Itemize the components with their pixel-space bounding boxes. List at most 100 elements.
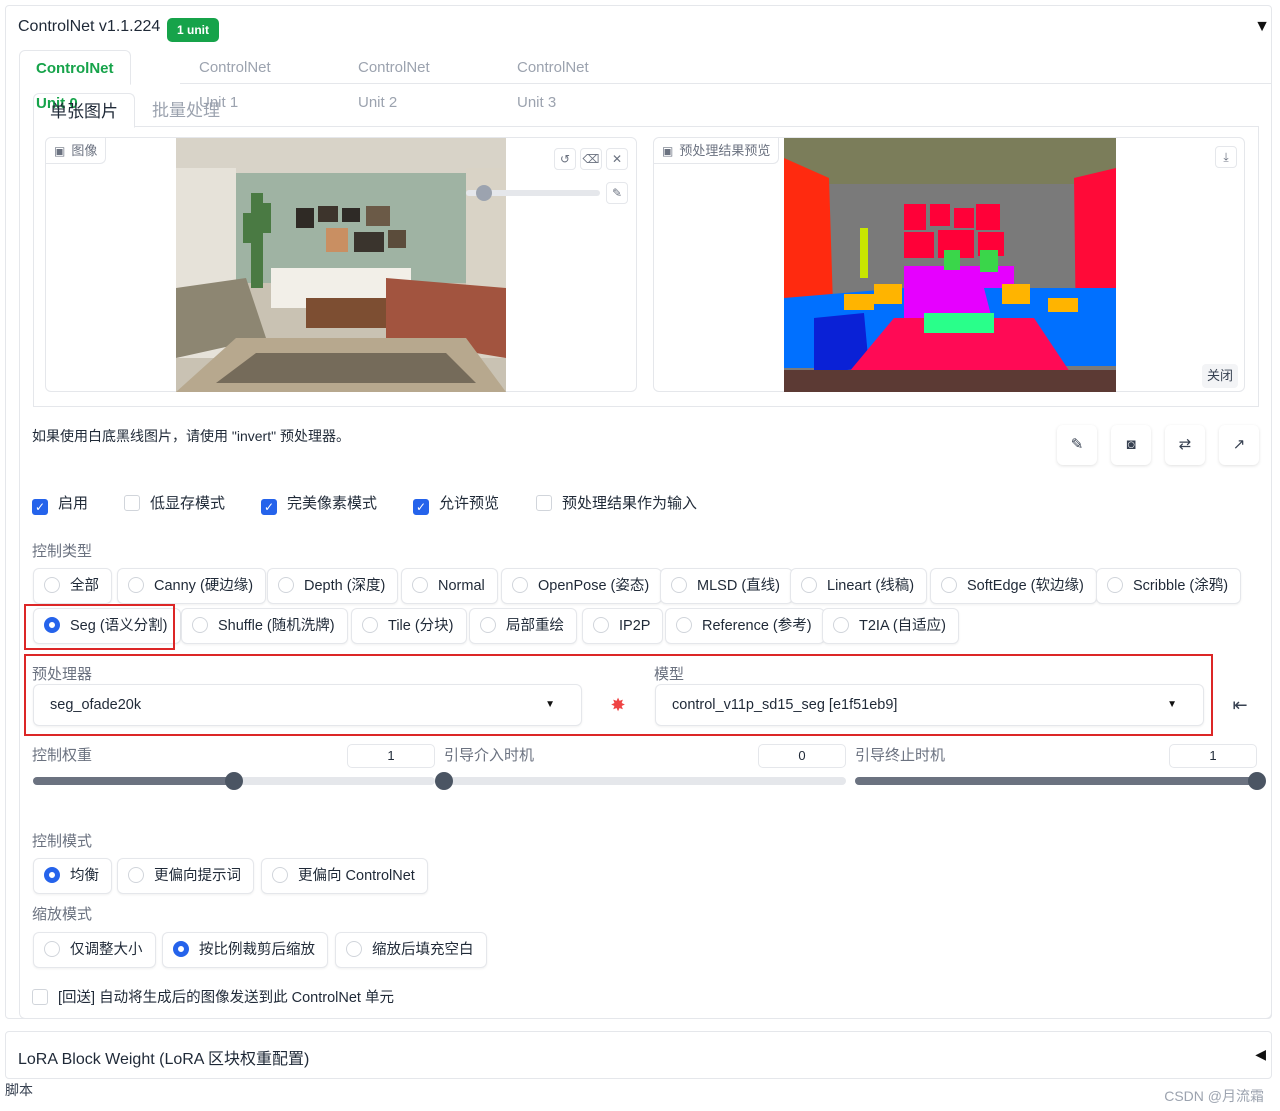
rotate-icon[interactable]: ↺: [554, 148, 576, 170]
radio-dot[interactable]: [412, 577, 428, 593]
radio-just-resize[interactable]: 仅调整大小: [33, 932, 156, 968]
radio-scribble[interactable]: Scribble (涂鸦): [1096, 568, 1242, 604]
slider-fill: [855, 777, 1257, 785]
radio-prefer-controlnet[interactable]: 更偏向 ControlNet: [261, 858, 428, 894]
radio-normal[interactable]: Normal: [401, 568, 498, 604]
run-preprocessor-icon[interactable]: ✸: [600, 690, 636, 720]
tab-batch[interactable]: 批量处理: [152, 93, 220, 128]
radio-dot[interactable]: [346, 941, 362, 957]
radio-openpose[interactable]: OpenPose (姿态): [501, 568, 663, 604]
radio-dot[interactable]: [593, 617, 609, 633]
radio-label: 全部: [70, 578, 99, 594]
slider-thumb[interactable]: [225, 772, 243, 790]
radio-softedge[interactable]: SoftEdge (软边缘): [930, 568, 1097, 604]
panel-title[interactable]: ControlNet v1.1.224: [18, 18, 160, 36]
expand-icon[interactable]: ◀: [1255, 1046, 1266, 1063]
radio-label: 按比例裁剪后缩放: [199, 942, 315, 958]
lora-section-title[interactable]: LoRA Block Weight (LoRA 区块权重配置): [18, 1045, 309, 1069]
radio-balanced[interactable]: 均衡: [33, 858, 112, 894]
radio-canny[interactable]: Canny (硬边缘): [117, 568, 267, 604]
slider-start-track[interactable]: [435, 772, 846, 790]
checkbox-pixel-perfect[interactable]: ✓ 完美像素模式: [261, 494, 377, 515]
checkbox-enable[interactable]: ✓ 启用: [32, 494, 88, 515]
radio-dot[interactable]: [362, 617, 378, 633]
close-icon[interactable]: ✕: [606, 148, 628, 170]
radio-resize-and-fill[interactable]: 缩放后填充空白: [335, 932, 487, 968]
slider-weight-track[interactable]: [33, 772, 435, 790]
tab-unit-1[interactable]: ControlNet Unit 1: [199, 50, 271, 111]
checkbox-low-vram[interactable]: 低显存模式: [124, 494, 225, 514]
radio-inpaint[interactable]: 局部重绘: [469, 608, 577, 644]
tab-single-image[interactable]: 单张图片: [33, 93, 135, 128]
eraser-icon[interactable]: ⌫: [580, 148, 602, 170]
checkbox-box[interactable]: [536, 495, 552, 511]
radio-dot[interactable]: [676, 617, 692, 633]
radio-depth[interactable]: Depth (深度): [267, 568, 399, 604]
slider-start-value[interactable]: 0: [758, 744, 846, 768]
radio-dot[interactable]: [278, 577, 294, 593]
model-select[interactable]: control_v11p_sd15_seg [e1f51eb9] ▼: [655, 684, 1204, 726]
radio-dot[interactable]: [44, 867, 60, 883]
checkbox-box[interactable]: ✓: [261, 499, 277, 515]
checkbox-box[interactable]: ✓: [32, 499, 48, 515]
radio-dot[interactable]: [671, 577, 687, 593]
radio-dot[interactable]: [941, 577, 957, 593]
radio-dot[interactable]: [128, 577, 144, 593]
checkbox-box[interactable]: [124, 495, 140, 511]
radio-dot[interactable]: [480, 617, 496, 633]
radio-dot[interactable]: [272, 867, 288, 883]
refresh-models-icon[interactable]: ⇤: [1222, 690, 1258, 720]
radio-dot[interactable]: [833, 617, 849, 633]
unit-count-badge: 1 unit: [167, 18, 219, 42]
tab-unit-0[interactable]: ControlNet Unit 0: [19, 50, 131, 112]
radio-t2ia[interactable]: T2IA (自适应): [822, 608, 960, 644]
send-dimensions-icon[interactable]: ↗: [1219, 425, 1259, 465]
checkbox-allow-preview[interactable]: ✓ 允许预览: [413, 494, 499, 515]
radio-dot[interactable]: [128, 867, 144, 883]
radio-label: SoftEdge (软边缘): [967, 578, 1084, 594]
radio-reference[interactable]: Reference (参考): [665, 608, 825, 644]
checkbox-box[interactable]: ✓: [413, 499, 429, 515]
slider-thumb[interactable]: [1248, 772, 1266, 790]
checkbox-preprocessed-input[interactable]: 预处理结果作为输入: [536, 494, 697, 514]
collapse-icon[interactable]: ▼: [1254, 18, 1270, 36]
radio-dot[interactable]: [512, 577, 528, 593]
checkbox-loopback[interactable]: [回送] 自动将生成后的图像发送到此 ControlNet 单元: [32, 988, 394, 1008]
swap-icon[interactable]: ⇄: [1165, 425, 1205, 465]
preprocessor-select[interactable]: seg_ofade20k ▼: [33, 684, 582, 726]
brush-icon[interactable]: ✎: [606, 182, 628, 204]
edit-icon[interactable]: ✎: [1057, 425, 1097, 465]
radio-dot[interactable]: [801, 577, 817, 593]
radio-dot[interactable]: [44, 577, 60, 593]
radio-dot[interactable]: [44, 941, 60, 957]
radio-tile[interactable]: Tile (分块): [351, 608, 467, 644]
radio-dot[interactable]: [192, 617, 208, 633]
slider-weight-value[interactable]: 1: [347, 744, 435, 768]
download-icon[interactable]: ⤓: [1215, 146, 1237, 168]
image-input-box[interactable]: ▣ 图像 ↺ ⌫ ✕ ✎: [45, 137, 637, 392]
living-room-photo: [176, 138, 506, 392]
slider-end-track[interactable]: [855, 772, 1266, 790]
radio-shuffle[interactable]: Shuffle (随机洗牌): [181, 608, 348, 644]
radio-mlsd[interactable]: MLSD (直线): [660, 568, 793, 604]
radio-ip2p[interactable]: IP2P: [582, 608, 664, 644]
radio-label: 缩放后填充空白: [372, 942, 474, 958]
brush-size-slider[interactable]: [466, 185, 600, 201]
radio-label: Shuffle (随机洗牌): [218, 618, 335, 634]
slider-thumb[interactable]: [435, 772, 453, 790]
radio-dot[interactable]: [173, 941, 189, 957]
camera-icon[interactable]: ◙: [1111, 425, 1151, 465]
radio-crop-and-resize[interactable]: 按比例裁剪后缩放: [162, 932, 328, 968]
radio-lineart[interactable]: Lineart (线稿): [790, 568, 928, 604]
close-preview-button[interactable]: 关闭: [1202, 364, 1238, 388]
radio-prefer-prompt[interactable]: 更偏向提示词: [117, 858, 254, 894]
tab-unit-2[interactable]: ControlNet Unit 2: [358, 50, 430, 111]
checkbox-box[interactable]: [32, 989, 48, 1005]
radio-label: 局部重绘: [506, 618, 564, 634]
tab-unit-3[interactable]: ControlNet Unit 3: [517, 50, 589, 111]
radio-all[interactable]: 全部: [33, 568, 112, 604]
brush-size-thumb[interactable]: [476, 185, 492, 201]
radio-dot[interactable]: [1107, 577, 1123, 593]
slider-end-value[interactable]: 1: [1169, 744, 1257, 768]
image-icon: ▣: [54, 144, 66, 158]
